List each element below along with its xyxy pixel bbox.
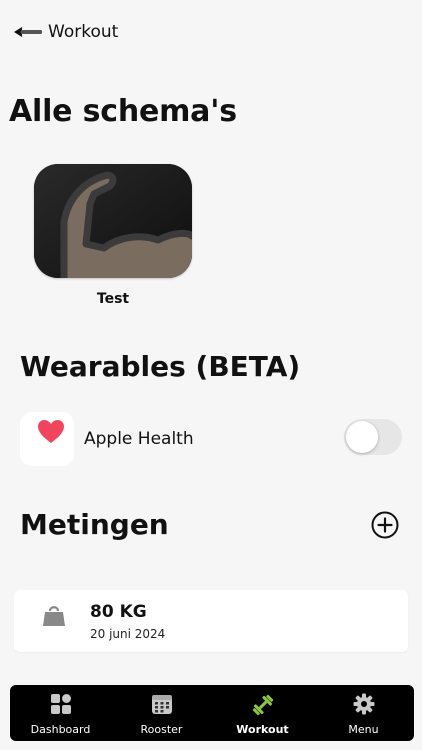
back-arrow-icon [14,27,42,37]
metric-card[interactable]: 80 KG 20 juni 2024 [14,590,408,652]
back-label: Workout [48,22,119,42]
tab-dashboard[interactable]: Dashboard [10,685,111,741]
tab-label: Workout [236,723,289,736]
plus-circle-icon[interactable] [370,510,400,540]
wearable-name: Apple Health [84,429,194,449]
flexed-bicep-icon [34,164,192,278]
heart-icon [38,420,64,443]
metingen-title: Metingen [20,508,169,541]
schema-name: Test [96,291,130,307]
metric-date: 20 juni 2024 [90,627,166,641]
gear-icon [353,693,374,715]
tab-rooster[interactable]: Rooster [111,685,212,741]
tab-menu[interactable]: Menu [313,685,414,741]
apple-health-toggle[interactable] [344,419,402,455]
calendar-icon [151,695,172,714]
wearables-title: Wearables (BETA) [20,350,301,383]
wearable-row-apple-health: Apple Health [20,412,402,466]
apple-health-app-tile [20,412,74,466]
metric-value: 80 KG [90,602,147,622]
weight-icon [43,606,65,626]
schemas-title: Alle schema's [9,94,237,129]
back-button[interactable]: Workout [14,20,118,44]
tab-bar: Dashboard Rooster Workout Menu [10,685,414,741]
tab-label: Menu [348,723,379,736]
tab-label: Rooster [140,723,183,736]
tab-label: Dashboard [30,723,91,736]
toggle-knob [346,421,378,453]
schema-card-test[interactable] [34,164,192,278]
tab-workout[interactable]: Workout [212,685,313,741]
dashboard-icon [50,694,71,714]
dumbbell-icon [252,694,273,716]
